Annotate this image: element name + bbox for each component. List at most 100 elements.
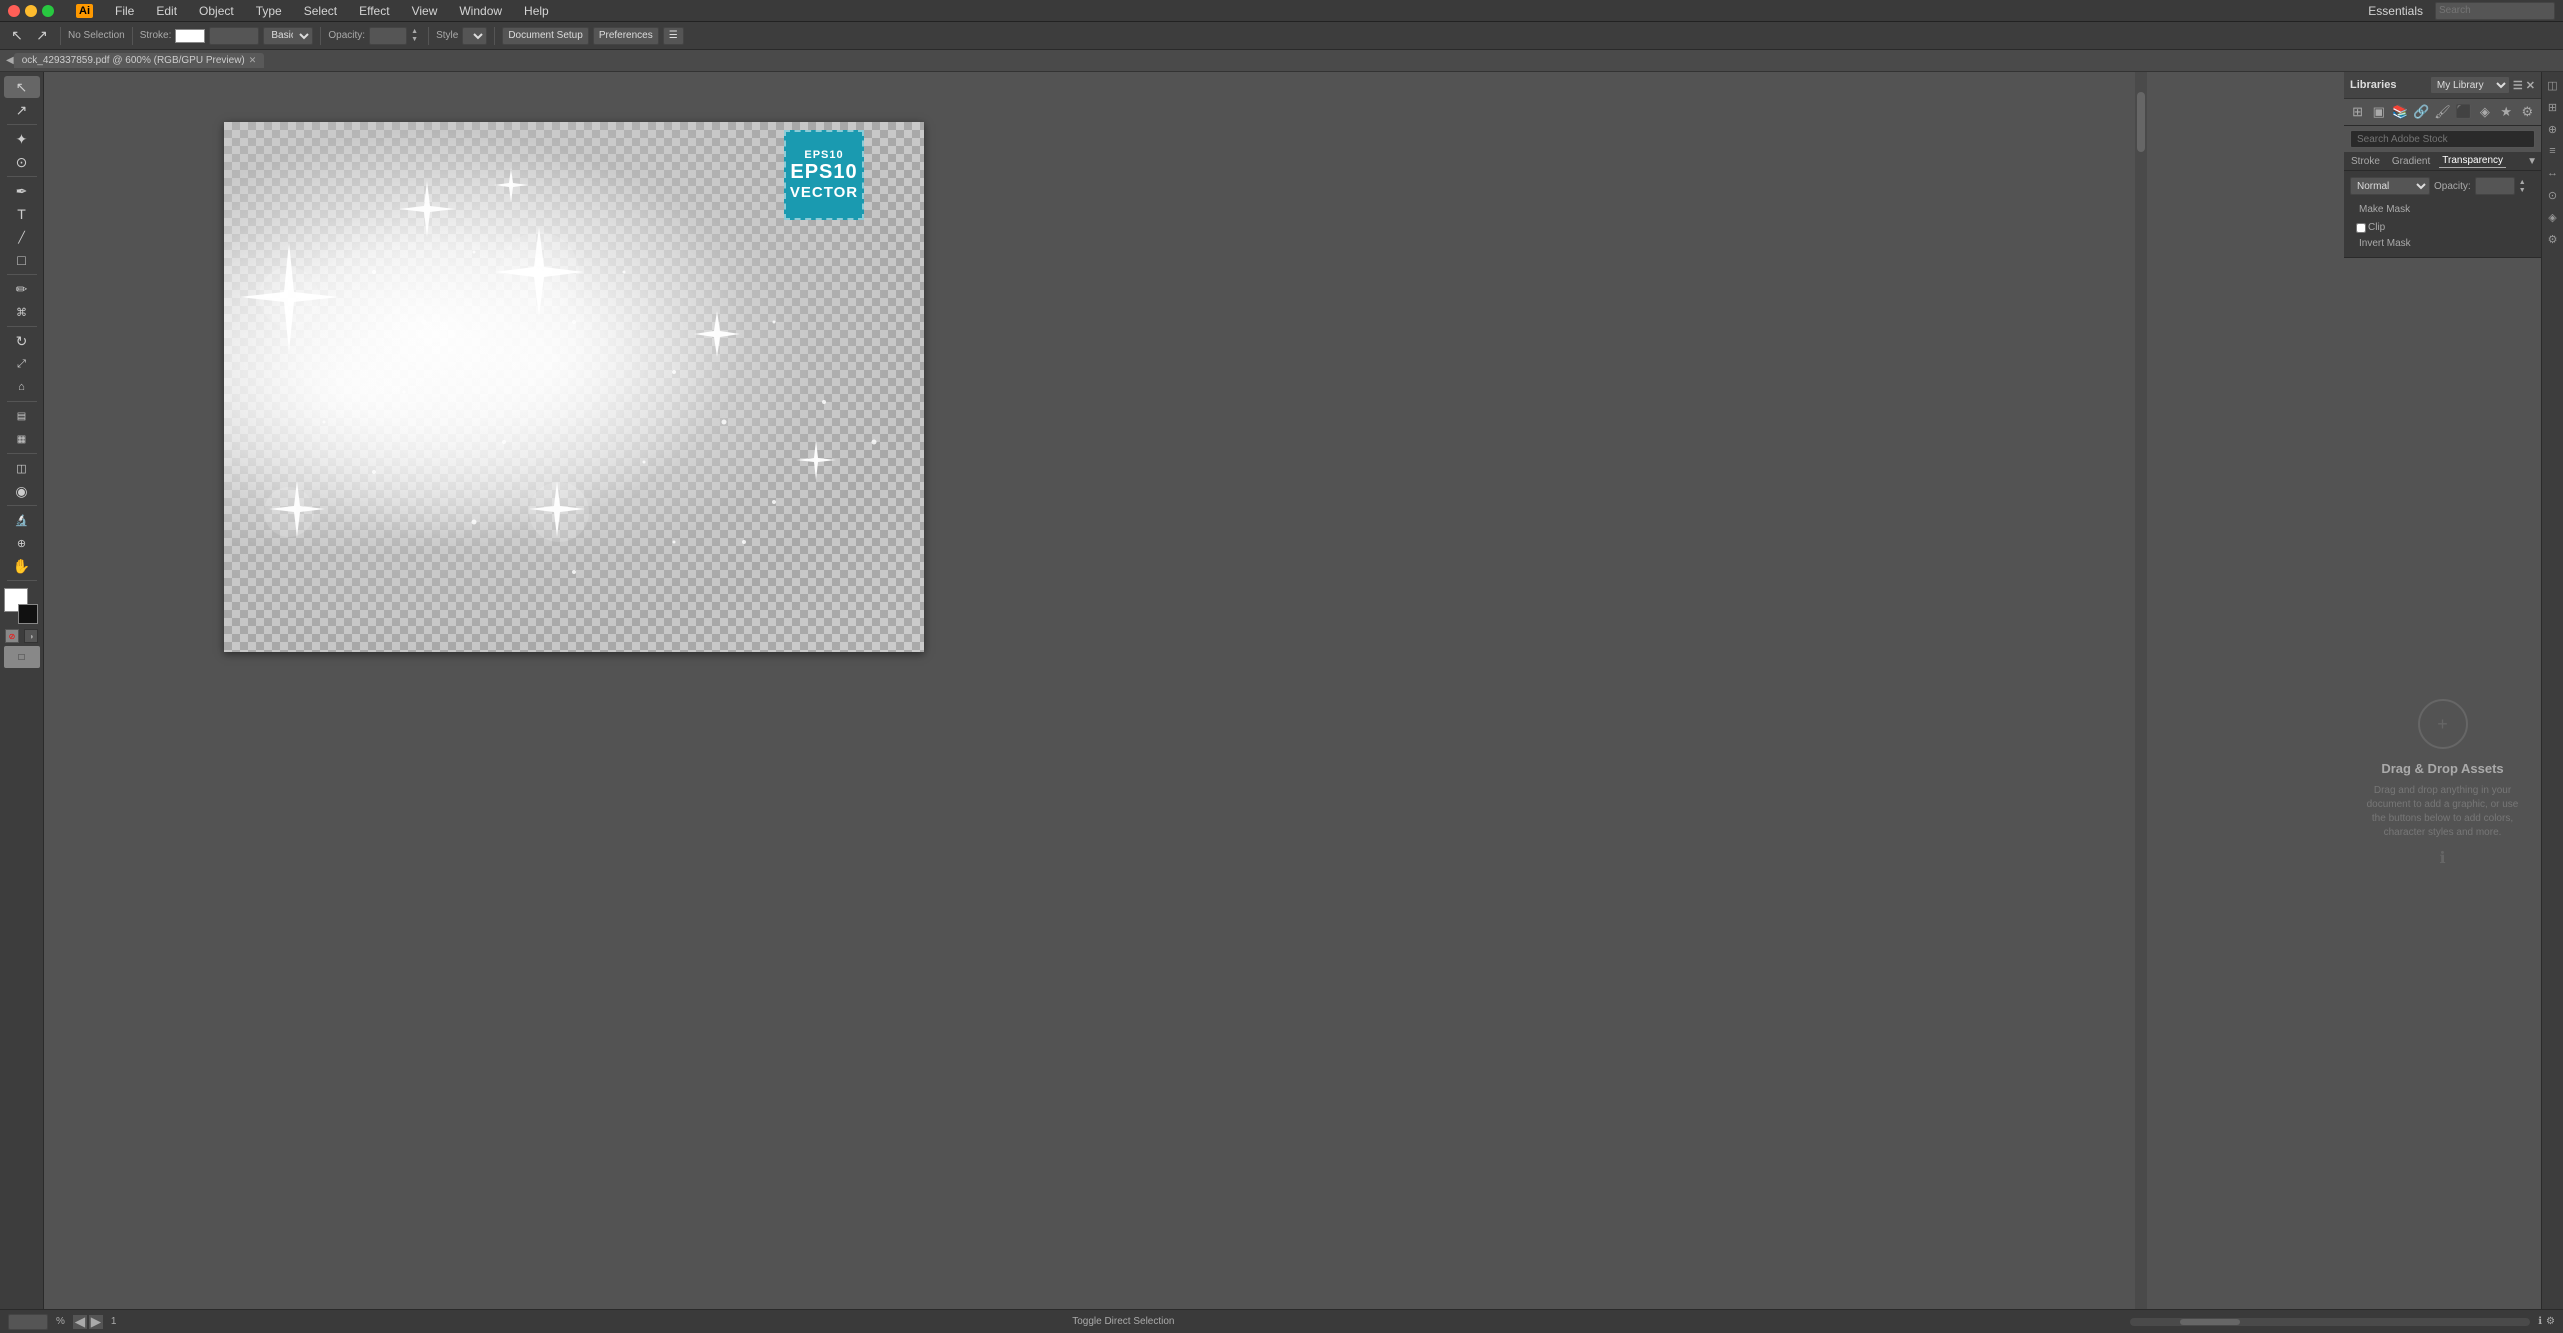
stock-search-input[interactable] <box>2350 130 2535 148</box>
clip-checkbox[interactable] <box>2356 223 2366 233</box>
panel-icon-swatch[interactable]: ⬛ <box>2454 101 2473 123</box>
blend-mode-select[interactable]: Normal <box>2350 177 2430 195</box>
arrange-btn[interactable]: ☰ <box>663 27 684 45</box>
tool-graph[interactable]: ▦ <box>4 428 40 450</box>
tool-direct-selection[interactable]: ↗ <box>4 99 40 121</box>
tool-blob-brush[interactable]: ⌘ <box>4 301 40 323</box>
zoom-input[interactable]: 600% <box>8 1314 48 1330</box>
strip-icon-6[interactable]: ⊙ <box>2544 186 2562 204</box>
menu-object[interactable]: Object <box>195 2 238 20</box>
opacity-up[interactable]: ▲ <box>411 28 421 35</box>
color-mode-btn[interactable]: ◑ <box>24 629 38 643</box>
menu-view[interactable]: View <box>408 2 442 20</box>
direct-selection-tool-btn[interactable]: ↗ <box>31 25 53 47</box>
stroke-color-swatch[interactable] <box>175 29 205 43</box>
status-bar: 600% % ◀ ▶ 1 Toggle Direct Selection ℹ ⚙ <box>0 1309 2563 1333</box>
panel-icon-link[interactable]: 🔗 <box>2412 101 2431 123</box>
status-settings[interactable]: ⚙ <box>2546 1316 2555 1327</box>
tool-eyedropper[interactable]: 🔬 <box>4 509 40 531</box>
screen-mode-btn[interactable]: □ <box>4 646 40 668</box>
panel-icon-brush[interactable]: 🖌 <box>2433 101 2452 123</box>
sub-panel-collapse[interactable]: ▼ <box>2527 156 2537 167</box>
ai-logo: Ai <box>76 4 93 18</box>
make-mask-btn[interactable]: Make Mask <box>2356 203 2413 216</box>
strip-icon-5[interactable]: ↔ <box>2544 164 2562 182</box>
panel-icon-sym[interactable]: ◈ <box>2475 101 2494 123</box>
tool-magic-wand[interactable]: ✦ <box>4 128 40 150</box>
tool-warp[interactable]: ⌂ <box>4 376 40 398</box>
menu-type[interactable]: Type <box>252 2 286 20</box>
tool-hand[interactable]: ✋ <box>4 555 40 577</box>
tool-selection[interactable]: ↖ <box>4 76 40 98</box>
selection-tool-btn[interactable]: ↖ <box>6 25 28 47</box>
opacity-down[interactable]: ▼ <box>411 36 421 43</box>
menu-select[interactable]: Select <box>300 2 341 20</box>
menu-window[interactable]: Window <box>455 2 506 20</box>
strip-icon-3[interactable]: ⊕ <box>2544 120 2562 138</box>
library-selector[interactable]: My Library <box>2430 76 2510 94</box>
tool-gradient[interactable]: ◫ <box>4 457 40 479</box>
stroke-width-input[interactable] <box>209 27 259 45</box>
panel-icon-layers[interactable]: ⊞ <box>2348 101 2367 123</box>
canvas-area[interactable]: EPS10 EPS10 VECTOR <box>44 72 2344 1309</box>
eps10-badge: EPS10 EPS10 VECTOR <box>784 130 864 220</box>
panel-icon-artboards[interactable]: ▣ <box>2369 101 2388 123</box>
fullscreen-button[interactable] <box>42 5 54 17</box>
opacity-step-up[interactable]: ▲ <box>2519 179 2526 186</box>
tab-transparency[interactable]: Transparency <box>2439 154 2506 168</box>
stroke-type-select[interactable]: Basic <box>263 27 313 45</box>
invert-mask-btn[interactable]: Invert Mask <box>2356 237 2414 250</box>
opacity-step-down[interactable]: ▼ <box>2519 187 2526 194</box>
tab-stroke[interactable]: Stroke <box>2348 155 2383 168</box>
tool-zoom[interactable]: ⊕ <box>4 532 40 554</box>
tool-rect[interactable]: □ <box>4 249 40 271</box>
tool-blend[interactable]: ◉ <box>4 480 40 502</box>
minimize-button[interactable] <box>25 5 37 17</box>
document-setup-btn[interactable]: Document Setup <box>502 27 589 45</box>
tab-close-icon[interactable]: ✕ <box>249 55 257 66</box>
tool-pen[interactable]: ✒ <box>4 180 40 202</box>
none-indicator[interactable]: ⊘ <box>5 629 19 643</box>
tab-nav-prev[interactable]: ◀ <box>6 55 14 66</box>
strip-icon-2[interactable]: ⊞ <box>2544 98 2562 116</box>
strip-icon-7[interactable]: ◈ <box>2544 208 2562 226</box>
tool-type[interactable]: T <box>4 203 40 225</box>
opacity-field-input[interactable]: 100% <box>2475 177 2515 195</box>
tool-rotate[interactable]: ↻ <box>4 330 40 352</box>
workspace-selector[interactable]: Essentials <box>2364 2 2427 20</box>
opacity-input[interactable]: 100% <box>369 27 407 45</box>
scrollbar-thumb[interactable] <box>2137 92 2145 152</box>
artboard-prev-btn[interactable]: ◀ <box>73 1315 87 1329</box>
stroke-color-box[interactable] <box>18 604 38 624</box>
menu-effect[interactable]: Effect <box>355 2 393 20</box>
h-scrollbar-thumb[interactable] <box>2180 1319 2240 1325</box>
vertical-scrollbar[interactable] <box>2135 72 2147 1309</box>
document-tab[interactable]: ock_429337859.pdf @ 600% (RGB/GPU Previe… <box>14 53 265 68</box>
menu-edit[interactable]: Edit <box>152 2 181 20</box>
clip-checkbox-label[interactable]: Clip <box>2356 222 2385 233</box>
tool-columns[interactable]: ▤ <box>4 405 40 427</box>
strip-icon-4[interactable]: ≡ <box>2544 142 2562 160</box>
panel-icon-libraries[interactable]: 📚 <box>2390 101 2409 123</box>
library-menu-icon[interactable]: ☰ <box>2513 79 2523 92</box>
tool-lasso[interactable]: ⊙ <box>4 151 40 173</box>
info-icon[interactable]: ℹ <box>2439 848 2445 868</box>
horizontal-scrollbar[interactable] <box>2130 1318 2530 1326</box>
menu-help[interactable]: Help <box>520 2 553 20</box>
panel-icon-settings[interactable]: ⚙ <box>2518 101 2537 123</box>
library-close-icon[interactable]: ✕ <box>2526 79 2535 92</box>
panel-icon-star[interactable]: ★ <box>2497 101 2516 123</box>
strip-icon-8[interactable]: ⚙ <box>2544 230 2562 248</box>
preferences-btn[interactable]: Preferences <box>593 27 659 45</box>
close-button[interactable] <box>8 5 20 17</box>
tool-line[interactable]: ╱ <box>4 226 40 248</box>
eps10-text-top: EPS10 <box>804 149 843 161</box>
tab-gradient[interactable]: Gradient <box>2389 155 2433 168</box>
artboard-next-btn[interactable]: ▶ <box>89 1315 103 1329</box>
tool-paintbrush[interactable]: ✏ <box>4 278 40 300</box>
tool-scale[interactable]: ⤢ <box>4 353 40 375</box>
search-input[interactable] <box>2435 2 2555 20</box>
strip-icon-1[interactable]: ◫ <box>2544 76 2562 94</box>
menu-file[interactable]: File <box>111 2 138 20</box>
style-select[interactable] <box>462 27 487 45</box>
